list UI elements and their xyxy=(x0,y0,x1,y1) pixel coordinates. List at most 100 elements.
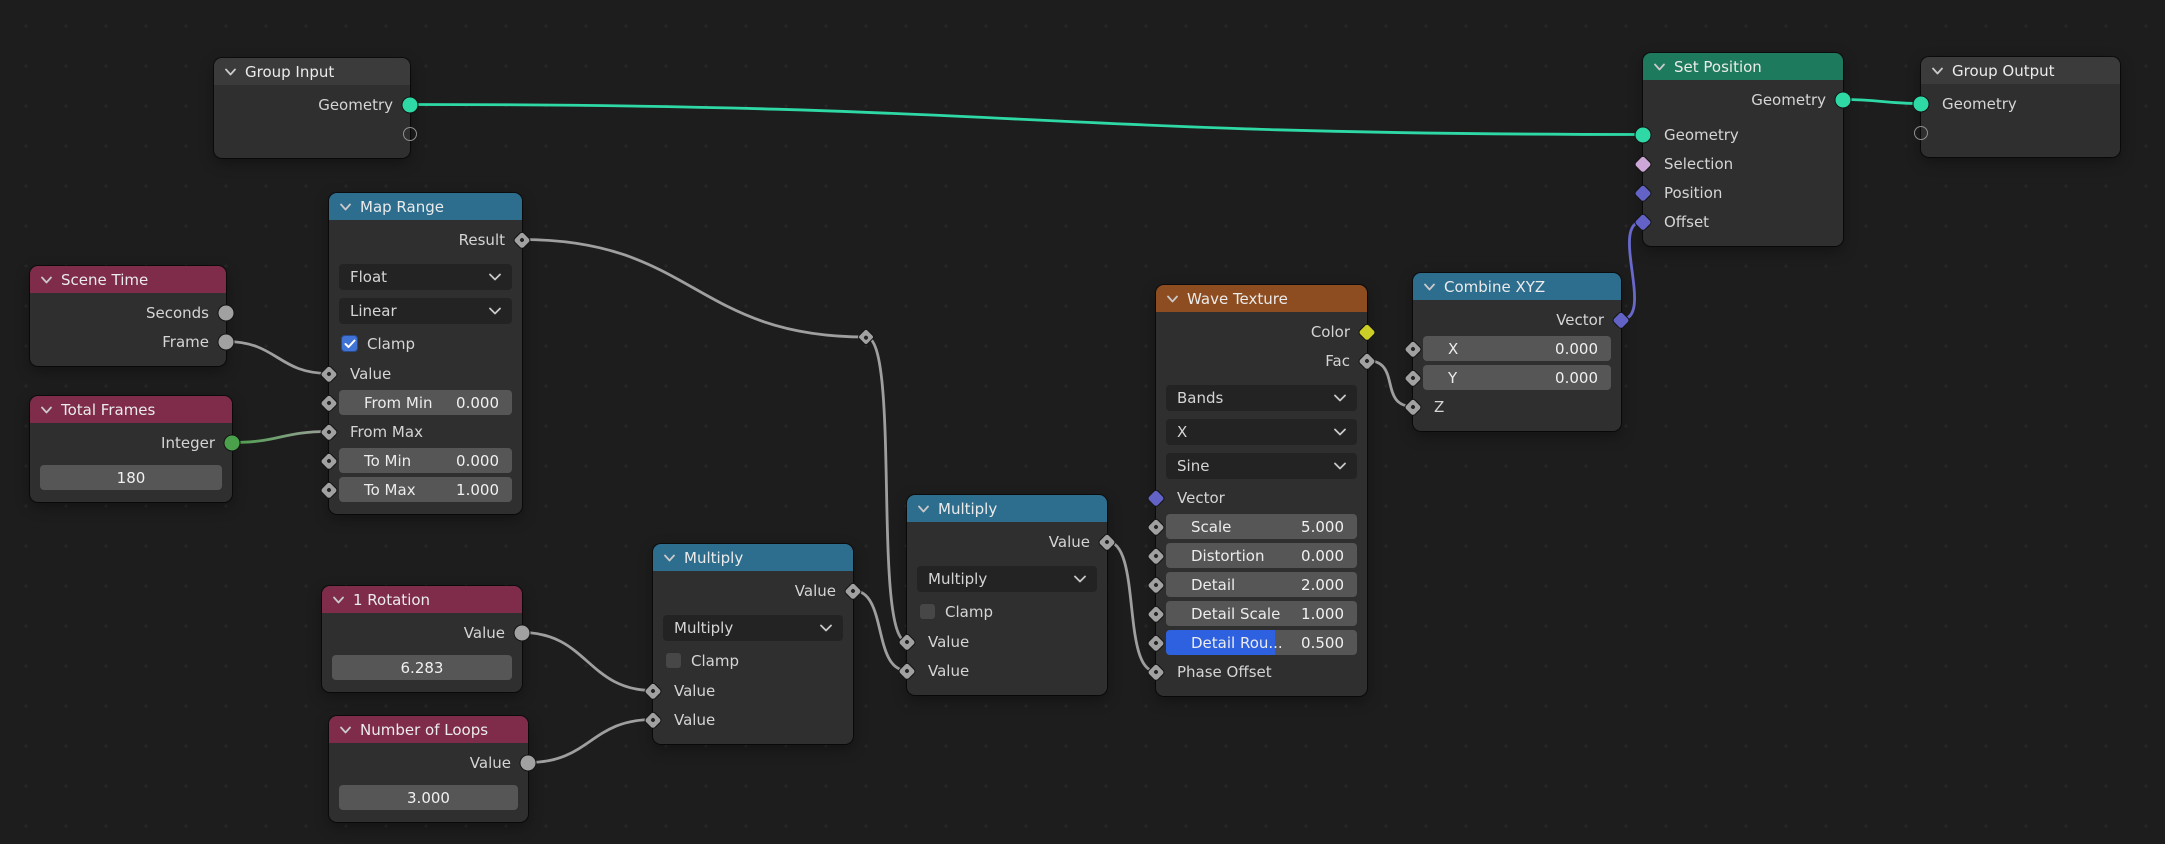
node-body: Vector X 0.000 Y 0.000 Z xyxy=(1404,300,1630,431)
socket-dot xyxy=(1409,403,1417,410)
socket-wave_texture-fac-output[interactable] xyxy=(1358,352,1376,369)
wave_profile-dropdown[interactable]: Sine xyxy=(1166,453,1357,479)
socket-map_range-from_max-input[interactable] xyxy=(320,423,338,440)
node-scene_time[interactable]: Scene Time Seconds Frame xyxy=(30,266,234,366)
node-header[interactable]: Wave Texture xyxy=(1156,285,1367,312)
geometry-input-row: Geometry xyxy=(1913,89,2120,118)
socket-wave_texture-phase_offset-input[interactable] xyxy=(1147,663,1165,680)
node-editor-canvas[interactable]: Group Input Geometry Scene Time Seconds Fram… xyxy=(0,0,2165,844)
socket-label: Value xyxy=(928,632,970,651)
num-number-field[interactable]: 3.000 xyxy=(339,785,518,810)
distortion-number-field[interactable]: Distortion 0.000 xyxy=(1166,543,1357,568)
node-group_input[interactable]: Group Input Geometry xyxy=(214,58,418,158)
node-loops[interactable]: Number of Loops Value 3.000 xyxy=(329,716,536,822)
node-header[interactable]: Set Position xyxy=(1643,53,1843,80)
node-set_position[interactable]: Set Position Geometry Geometry Selection Pos… xyxy=(1634,53,1851,246)
x-number-field[interactable]: X 0.000 xyxy=(1423,336,1611,361)
node-header[interactable]: Group Input xyxy=(214,58,410,85)
socket-set_position-geometry_out-output[interactable] xyxy=(1835,92,1851,107)
num-number-field[interactable]: 6.283 xyxy=(332,655,512,680)
socket-wave_texture-scale-input[interactable] xyxy=(1147,518,1165,535)
clamp-checkbox[interactable] xyxy=(665,652,682,669)
dropdown-chevron-icon xyxy=(489,307,501,315)
detail_scale-field-row: Detail Scale 1.000 xyxy=(1147,599,1367,628)
dropdown-chevron-icon xyxy=(1334,394,1346,402)
socket-set_position-position-input[interactable] xyxy=(1634,184,1652,201)
node-header[interactable]: Group Output xyxy=(1921,57,2120,84)
node-multiply_a[interactable]: Multiply Value Multiply Clamp Value Value xyxy=(644,544,862,744)
socket-map_range-to_max-input[interactable] xyxy=(320,481,338,498)
dropdown-chevron-icon xyxy=(1334,462,1346,470)
socket-combine_xyz-z-input[interactable] xyxy=(1404,398,1422,415)
node-multiply_b[interactable]: Multiply Value Multiply Clamp Value Value xyxy=(898,495,1116,695)
socket-group_input-geometry-output[interactable] xyxy=(402,97,418,112)
socket-total_frames-integer-output[interactable] xyxy=(224,435,240,450)
node-wave_texture[interactable]: Wave Texture Color Fac Bands X Sine Vector Scal… xyxy=(1147,285,1376,696)
data_type-dropdown[interactable]: Float xyxy=(339,264,512,290)
virtual-socket[interactable] xyxy=(403,126,417,141)
socket-map_range-to_min-input[interactable] xyxy=(320,452,338,469)
detail_roughness-number-field[interactable]: Detail Rou... 0.500 xyxy=(1166,630,1357,655)
to_max-number-field[interactable]: To Max 1.000 xyxy=(339,477,512,502)
socket-combine_xyz-x-input[interactable] xyxy=(1404,340,1422,357)
socket-wave_texture-detail_roughness-input[interactable] xyxy=(1147,634,1165,651)
operation-dropdown[interactable]: Multiply xyxy=(917,566,1097,592)
socket-wave_texture-vector-input[interactable] xyxy=(1147,489,1165,506)
wave_type-dropdown[interactable]: Bands xyxy=(1166,385,1357,411)
operation-dropdown[interactable]: Multiply xyxy=(663,615,843,641)
socket-set_position-offset-input[interactable] xyxy=(1634,213,1652,230)
node-header[interactable]: Map Range xyxy=(329,193,522,220)
node-header[interactable]: Number of Loops xyxy=(329,716,528,743)
interpolation-dropdown[interactable]: Linear xyxy=(339,298,512,324)
value-number-field[interactable]: 180 xyxy=(40,465,222,490)
socket-combine_xyz-y-input[interactable] xyxy=(1404,369,1422,386)
bands_direction-dropdown[interactable]: X xyxy=(1166,419,1357,445)
y-number-field[interactable]: Y 0.000 xyxy=(1423,365,1611,390)
node-group_output[interactable]: Group Output Geometry xyxy=(1913,57,2120,157)
socket-scene_time-frame-output[interactable] xyxy=(218,334,234,349)
checkbox-label: Clamp xyxy=(367,334,415,353)
node-header[interactable]: Multiply xyxy=(907,495,1107,522)
node-link xyxy=(1620,220,1644,321)
socket-wave_texture-detail_scale-input[interactable] xyxy=(1147,605,1165,622)
socket-loops-value-output[interactable] xyxy=(520,755,536,770)
node-header[interactable]: Scene Time xyxy=(30,266,226,293)
node-total_frames[interactable]: Total Frames Integer 180 xyxy=(30,396,240,502)
socket-rotation-value-output[interactable] xyxy=(514,625,530,640)
detail_scale-number-field[interactable]: Detail Scale 1.000 xyxy=(1166,601,1357,626)
from_min-number-field[interactable]: From Min 0.000 xyxy=(339,390,512,415)
clamp-checkbox[interactable] xyxy=(919,603,936,620)
value-output-row: Value xyxy=(907,527,1116,556)
socket-map_range-from_min-input[interactable] xyxy=(320,394,338,411)
socket-multiply_a-value-output[interactable] xyxy=(844,582,862,599)
socket-dot xyxy=(325,457,333,464)
virtual-socket[interactable] xyxy=(1914,125,1928,140)
socket-map_range-result-output[interactable] xyxy=(513,231,531,248)
node-header[interactable]: Total Frames xyxy=(30,396,232,423)
socket-multiply_b-value-output[interactable] xyxy=(1098,533,1116,550)
node-combine_xyz[interactable]: Combine XYZ Vector X 0.000 Y 0.000 Z xyxy=(1404,273,1630,431)
socket-multiply_a-value2-input[interactable] xyxy=(644,711,662,728)
socket-multiply_b-value2-input[interactable] xyxy=(898,662,916,679)
socket-combine_xyz-vector-output[interactable] xyxy=(1612,311,1630,328)
to_min-number-field[interactable]: To Min 0.000 xyxy=(339,448,512,473)
socket-wave_texture-distortion-input[interactable] xyxy=(1147,547,1165,564)
socket-group_output-geometry-input[interactable] xyxy=(1913,96,1929,111)
socket-multiply_a-value1-input[interactable] xyxy=(644,682,662,699)
socket-set_position-selection-input[interactable] xyxy=(1634,155,1652,172)
node-rotation[interactable]: 1 Rotation Value 6.283 xyxy=(322,586,530,692)
node-header[interactable]: Multiply xyxy=(653,544,853,571)
socket-wave_texture-detail-input[interactable] xyxy=(1147,576,1165,593)
detail-number-field[interactable]: Detail 2.000 xyxy=(1166,572,1357,597)
node-map_range[interactable]: Map Range Result Float Linear Clamp Value From… xyxy=(320,193,531,514)
socket-map_range-value-input[interactable] xyxy=(320,365,338,382)
clamp-checkbox[interactable] xyxy=(341,335,358,352)
socket-multiply_b-value1-input[interactable] xyxy=(898,633,916,650)
node-header[interactable]: 1 Rotation xyxy=(322,586,522,613)
socket-scene_time-seconds-output[interactable] xyxy=(218,305,234,320)
node-header[interactable]: Combine XYZ xyxy=(1413,273,1621,300)
socket-set_position-geometry_in-input[interactable] xyxy=(1635,127,1651,142)
scale-number-field[interactable]: Scale 5.000 xyxy=(1166,514,1357,539)
reroute-node[interactable] xyxy=(858,329,874,345)
socket-wave_texture-color-output[interactable] xyxy=(1358,323,1376,340)
